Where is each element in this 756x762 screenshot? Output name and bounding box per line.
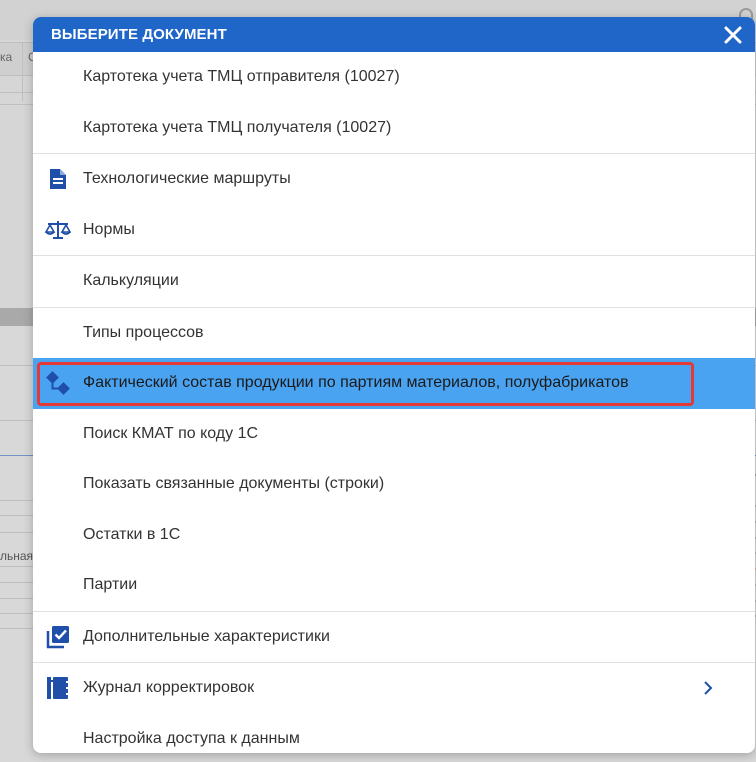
menu-item-sender-card[interactable]: Картотека учета ТМЦ отправителя (10027) bbox=[33, 52, 755, 103]
background-header-cell: ка bbox=[0, 50, 13, 64]
menu-item-label: Технологические маршруты bbox=[83, 170, 291, 188]
menu-item-label: Показать связанные документы (строки) bbox=[83, 475, 385, 493]
menu-item-balances-1c[interactable]: Остатки в 1С bbox=[33, 510, 755, 561]
grid-line bbox=[0, 515, 34, 516]
menu-item-related-docs[interactable]: Показать связанные документы (строки) bbox=[33, 459, 755, 510]
grid-line bbox=[0, 598, 34, 599]
menu-item-norms[interactable]: Нормы bbox=[33, 205, 755, 256]
chevron-right-icon bbox=[704, 681, 713, 695]
menu-item-label: Картотека учета ТМЦ получателя (10027) bbox=[83, 118, 392, 136]
grid-line bbox=[0, 532, 34, 533]
menu-item-label: Картотека учета ТМЦ отправителя (10027) bbox=[83, 68, 400, 86]
menu-item-tech-routes[interactable]: Технологические маршруты bbox=[33, 153, 755, 205]
grid-line bbox=[0, 582, 34, 583]
grid-line bbox=[0, 566, 34, 567]
menu-item-label: Журнал корректировок bbox=[83, 679, 255, 697]
journal-icon bbox=[45, 675, 71, 701]
menu-item-label: Нормы bbox=[83, 220, 135, 238]
checklist-icon bbox=[45, 624, 71, 650]
menu-item-calculations[interactable]: Калькуляции bbox=[33, 255, 755, 307]
menu-item-receiver-card[interactable]: Картотека учета ТМЦ получателя (10027) bbox=[33, 103, 755, 154]
grid-line bbox=[0, 628, 34, 629]
menu-item-label: Фактический состав продукции по партиям … bbox=[83, 374, 629, 392]
menu-item-process-types[interactable]: Типы процессов bbox=[33, 306, 755, 359]
close-button[interactable] bbox=[721, 23, 745, 47]
menu-item-correction-journal[interactable]: Журнал корректировок bbox=[33, 662, 755, 714]
menu-item-actual-composition[interactable]: Фактический состав продукции по партиям … bbox=[33, 358, 755, 409]
menu-item-label: Поиск КМАТ по коду 1С bbox=[83, 424, 259, 442]
menu-item-extra-characteristics[interactable]: Дополнительные характеристики bbox=[33, 610, 755, 663]
background-cell-text: льная bbox=[0, 549, 34, 563]
workflow-icon bbox=[45, 370, 71, 396]
select-document-dialog: ВЫБЕРИТЕ ДОКУМЕНТ Картотека учета ТМЦ от… bbox=[33, 17, 755, 753]
menu-item-kmat-search[interactable]: Поиск КМАТ по коду 1С bbox=[33, 409, 755, 460]
dialog-title: ВЫБЕРИТЕ ДОКУМЕНТ bbox=[51, 26, 227, 43]
menu-item-label: Настройка доступа к данным bbox=[83, 729, 300, 747]
grid-line bbox=[0, 613, 34, 614]
menu-item-label: Остатки в 1С bbox=[83, 525, 181, 543]
menu-item-label: Партии bbox=[83, 576, 138, 594]
menu-item-batches[interactable]: Партии bbox=[33, 560, 755, 611]
menu-item-label: Типы процессов bbox=[83, 323, 204, 341]
document-icon bbox=[45, 166, 71, 192]
grid-line bbox=[0, 500, 34, 501]
document-menu: Картотека учета ТМЦ отправителя (10027) … bbox=[33, 52, 755, 753]
menu-item-label: Дополнительные характеристики bbox=[83, 627, 330, 645]
dialog-header: ВЫБЕРИТЕ ДОКУМЕНТ bbox=[33, 17, 755, 52]
grid-line bbox=[22, 42, 23, 102]
menu-item-data-access[interactable]: Настройка доступа к данным bbox=[33, 714, 755, 754]
close-icon bbox=[724, 26, 742, 43]
scales-icon bbox=[45, 217, 71, 243]
menu-item-label: Калькуляции bbox=[83, 272, 179, 290]
